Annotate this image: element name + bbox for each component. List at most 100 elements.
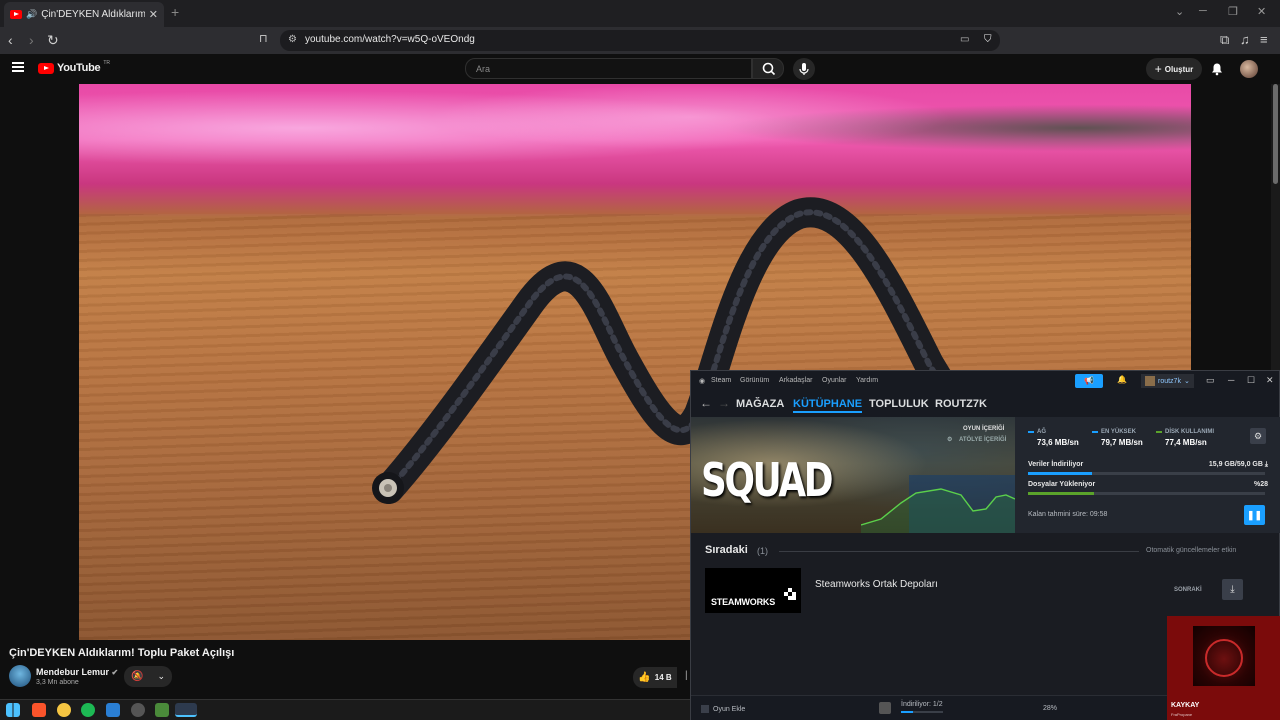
windows-start-icon[interactable] [6,703,20,717]
search-placeholder: Ara [476,64,491,74]
brave-shield-icon[interactable]: ⛉ [984,34,992,45]
nav-community[interactable]: TOPLULUK [869,398,929,410]
footer-download-progress [901,711,943,713]
account-avatar[interactable] [1240,60,1258,78]
steam-user-avatar [1145,376,1155,386]
steam-logo-icon: ◉ [699,378,706,385]
youtube-play-icon [38,62,54,74]
downloading-progress-fill [1028,472,1092,475]
steam-maximize-icon[interactable]: ☐ [1247,375,1255,386]
installing-progress [1028,492,1265,495]
queue-download-button[interactable]: ⤓ [1222,579,1243,600]
restore-icon[interactable]: ❐ [1228,5,1238,18]
queue-item-name[interactable]: Steamworks Ortak Depoları [815,579,938,590]
bell-off-icon: 🔕 [131,671,144,682]
close-tab-icon[interactable]: ✕ [149,8,158,21]
menu-steam[interactable]: Steam [711,377,731,384]
steam-nav: ← → MAĞAZA KÜTÜPHANE TOPLULUK ROUTZ7K [691,391,1279,417]
forward-icon[interactable]: › [29,32,34,48]
tab-list-icon[interactable]: ⌄ [1175,5,1184,18]
search-button[interactable] [752,58,784,79]
channel-avatar[interactable] [9,665,31,687]
minimize-icon[interactable]: ─ [1199,5,1207,17]
extensions-icon[interactable]: ⧉ [1220,32,1229,48]
queue-divider [779,551,1139,552]
mic-icon [799,63,809,75]
nav-library[interactable]: KÜTÜPHANE [793,398,863,413]
cast-icon[interactable]: ▭ [960,34,969,45]
menu-help[interactable]: Yardım [856,377,878,384]
download-settings-gear-icon[interactable]: ⚙ [1250,428,1266,444]
steam-minimize-icon[interactable]: ─ [1228,375,1234,385]
add-game-icon [701,705,709,713]
back-icon[interactable]: ‹ [8,32,13,48]
steam-forward-icon[interactable]: → [718,396,730,410]
downloading-value-text: 15,9 GB/59,0 GB [1208,461,1263,468]
pause-icon: ❚❚ [1246,510,1263,520]
browser-tab[interactable]: 🔊 Çin'DEYKEN Aldıklarım! Toplu ✕ [4,2,164,27]
footer-download-status[interactable]: İndiriliyor: 1/2 [901,701,943,708]
address-bar[interactable]: ⚙ youtube.com/watch?v=w5Q-oVEOndg ▭ ⛉ [280,30,1000,51]
hamburger-menu-icon[interactable] [12,62,24,72]
footer-download-percent: 28% [1043,705,1058,712]
create-label: Oluştur [1164,64,1194,74]
nav-profile[interactable]: ROUTZ7K [935,398,987,410]
add-game-button[interactable]: Oyun Ekle [701,705,745,713]
stat-network-label: AĞ [1037,429,1046,435]
steam-back-icon[interactable]: ← [700,396,712,410]
stat-disk-swatch [1156,431,1162,433]
steam-taskbar-icon[interactable] [175,703,197,717]
speaker-icon[interactable]: 🔊 [26,9,37,20]
announcements-button[interactable]: 📢 [1075,374,1103,388]
site-info-icon[interactable]: ⚙ [288,34,297,45]
url-text: youtube.com/watch?v=w5Q-oVEOndg [305,34,475,45]
download-stats-panel: AĞ 73,6 MB/sn EN YÜKSEK 79,7 MB/sn DİSK … [1015,417,1280,533]
browser-toolbar: ‹ › ↻ ⊓ ⚙ youtube.com/watch?v=w5Q-oVEOnd… [0,27,1280,54]
app-icon-grey[interactable] [131,703,145,717]
new-tab-icon[interactable]: + [171,4,179,20]
steam-user-menu[interactable]: routz7k ⌄ [1141,374,1194,388]
close-window-icon[interactable]: ✕ [1257,5,1266,18]
big-picture-icon[interactable]: ▭ [1206,375,1215,386]
nav-store[interactable]: MAĞAZA [736,398,784,410]
menu-view[interactable]: Görünüm [740,377,769,384]
reload-icon[interactable]: ↻ [47,32,59,49]
search-input[interactable]: Ara [465,58,752,79]
bookmark-icon[interactable]: ⊓ [259,32,268,45]
steam-close-icon[interactable]: ✕ [1266,375,1274,386]
stat-network: AĞ 73,6 MB/sn [1028,429,1079,447]
installing-label: Dosyalar Yükleniyor [1028,481,1096,488]
like-button[interactable]: 👍 14 B [633,667,677,688]
queue-count: (1) [757,546,768,556]
scrollbar-thumb[interactable] [1273,84,1278,184]
tab-title: Çin'DEYKEN Aldıklarım! Toplu [41,9,145,20]
channel-name[interactable]: Mendebur Lemur ✔ [36,667,118,677]
auto-updates-status[interactable]: Otomatik güncellemeler etkin [1146,547,1236,554]
brave-icon[interactable] [32,703,46,717]
app-icon-yellow[interactable] [57,703,71,717]
download-arrow-icon: ⤓ [1264,461,1268,468]
queue-item-thumbnail[interactable]: STEAMWORKS [705,568,801,613]
time-remaining: Kalan tahmini süre: 09:58 [1028,511,1108,518]
steamworks-logo-text: STEAMWORKS [711,597,775,607]
workshop-toggle-icon[interactable]: ⚙ [947,436,952,443]
pause-download-button[interactable]: ❚❚ [1244,505,1265,525]
app-icon-blue[interactable] [106,703,120,717]
app-icon-green[interactable] [155,703,169,717]
voice-search-button[interactable] [793,58,815,80]
notifications-bell-icon[interactable] [1210,62,1224,76]
download-hero: SQUAD OYUN İÇERİĞİ ⚙ ATÖLYE İÇERİĞİ [691,417,1015,533]
youtube-logo[interactable]: YouTube TR [38,60,110,74]
steam-notifications-icon[interactable]: 🔔 [1117,375,1127,384]
overlay-subtitle: FraPropane [1171,712,1193,717]
menu-icon[interactable]: ≡ [1260,32,1268,47]
media-icon[interactable]: ♫ [1240,32,1250,47]
squad-logo: SQUAD [701,453,834,507]
download-icon: ⤓ [1230,584,1235,595]
menu-friends[interactable]: Arkadaşlar [779,377,812,384]
subscribed-button[interactable]: 🔕 ⌄ [124,666,172,687]
spotify-icon[interactable] [81,703,95,717]
menu-games[interactable]: Oyunlar [822,377,847,384]
create-button[interactable]: + Oluştur [1146,58,1202,80]
verified-icon: ✔ [111,668,119,677]
